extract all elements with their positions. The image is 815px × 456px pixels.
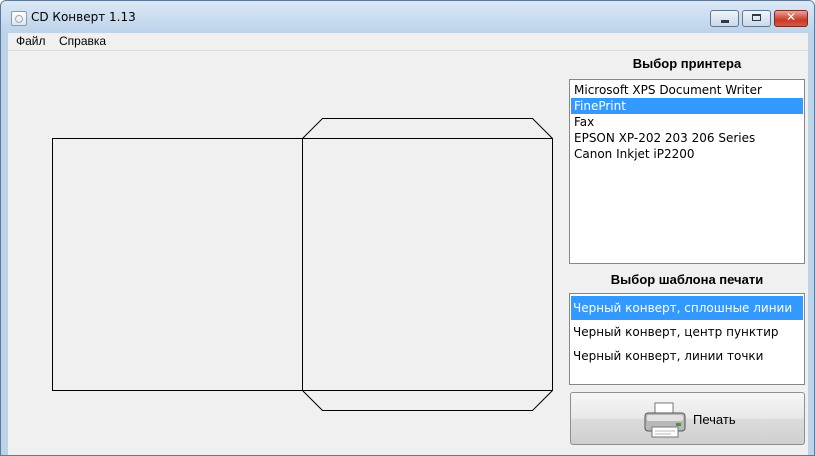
minimize-icon <box>721 20 729 23</box>
title-bar[interactable]: CD Конверт 1.13 ✕ <box>1 1 814 33</box>
template-item-selected[interactable]: Черный конверт, сплошные линии <box>571 296 803 320</box>
printer-section-title: Выбор принтера <box>632 56 742 71</box>
printer-item[interactable]: Fax <box>571 114 803 130</box>
close-icon: ✕ <box>785 10 797 24</box>
minimize-button[interactable] <box>710 10 739 27</box>
printer-icon <box>644 402 686 438</box>
print-button[interactable]: Печать <box>570 392 805 445</box>
envelope-flap-panel <box>302 118 553 411</box>
printer-listbox[interactable]: Microsoft XPS Document Writer FinePrint … <box>569 79 805 264</box>
printer-item[interactable]: Microsoft XPS Document Writer <box>571 82 803 98</box>
envelope-preview <box>52 118 553 411</box>
menu-file[interactable]: Файл <box>16 34 46 48</box>
maximize-button[interactable] <box>742 10 771 27</box>
close-button[interactable]: ✕ <box>774 10 808 27</box>
printer-item[interactable]: Canon Inkjet iP2200 <box>571 146 803 162</box>
template-listbox[interactable]: Черный конверт, сплошные линии Черный ко… <box>569 293 805 385</box>
template-item[interactable]: Черный конверт, линии точки <box>571 344 803 368</box>
print-button-label: Печать <box>693 412 736 427</box>
menu-help[interactable]: Справка <box>59 34 106 48</box>
window-title: CD Конверт 1.13 <box>31 10 136 24</box>
printer-item-selected[interactable]: FinePrint <box>571 98 803 114</box>
app-cd-icon[interactable] <box>11 11 27 26</box>
maximize-icon <box>752 14 761 21</box>
template-item[interactable]: Черный конверт, центр пунктир <box>571 320 803 344</box>
menu-bar: Файл Справка <box>8 33 808 51</box>
envelope-front-panel <box>52 138 303 391</box>
template-section-title: Выбор шаблона печати <box>610 272 764 287</box>
client-area: Файл Справка Выбор принтера Microsoft XP… <box>8 33 808 455</box>
printer-item[interactable]: EPSON XP-202 203 206 Series <box>571 130 803 146</box>
app-window: CD Конверт 1.13 ✕ Файл Справка Выбор при… <box>0 0 815 456</box>
